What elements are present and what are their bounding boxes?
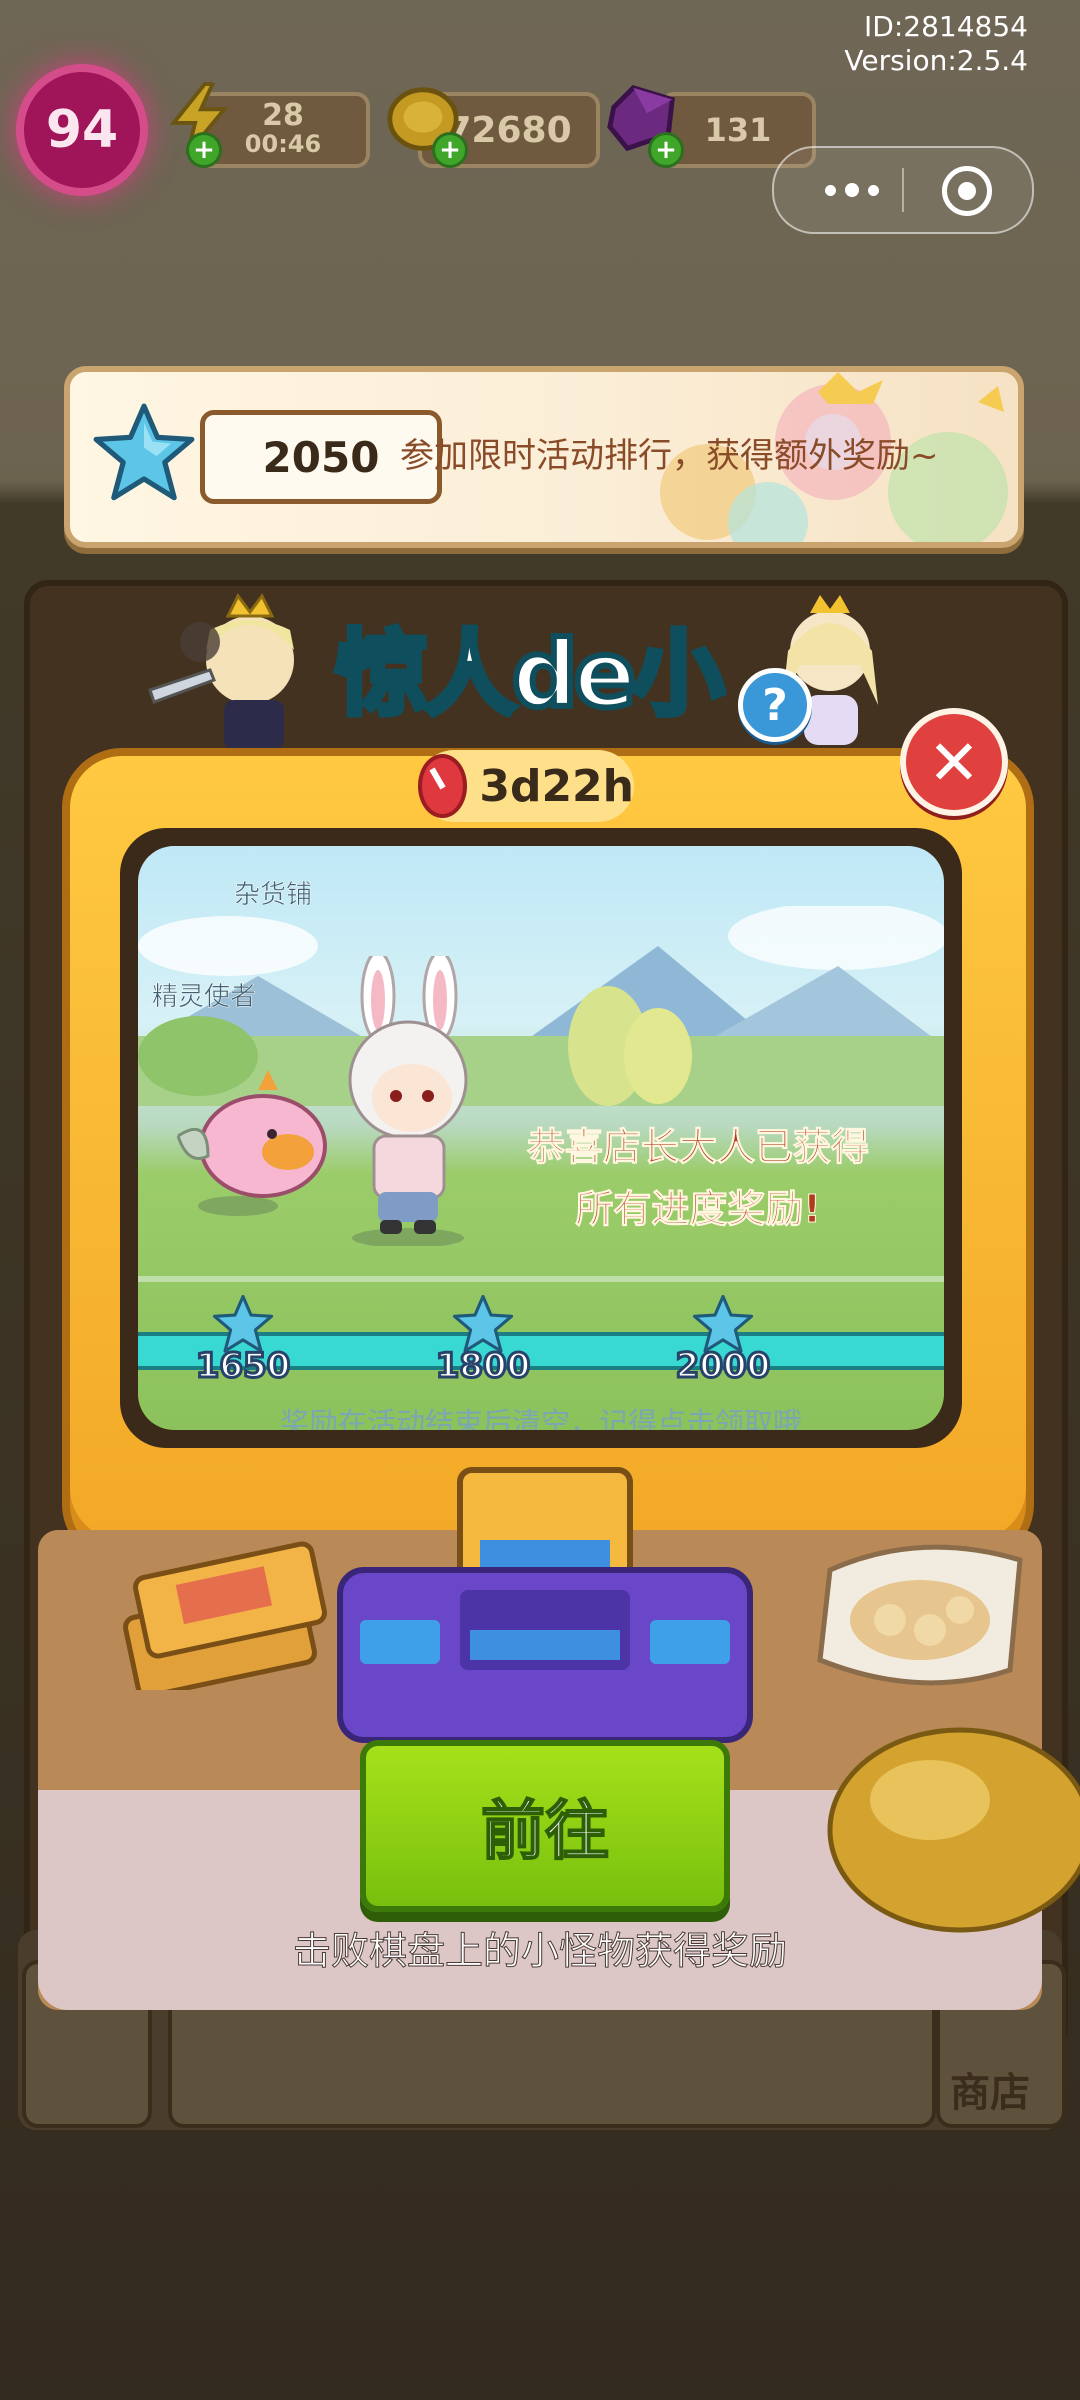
miniprogram-capsule — [772, 146, 1034, 234]
star-icon — [93, 403, 195, 501]
game-cartridges — [123, 1541, 327, 1690]
congrats-line-1: 恭喜店长大人已获得 — [526, 1125, 869, 1170]
energy-timer: 00:46 — [244, 130, 322, 158]
spirit-npc-label: 精灵使者 — [152, 982, 257, 1013]
congrats-message: 恭喜店长大人已获得 所有进度奖励! — [498, 1116, 898, 1240]
milestone-value: 2000 — [674, 1345, 772, 1388]
milestone-value: 1800 — [434, 1345, 532, 1388]
congrats-line-2: 所有进度奖励! — [575, 1187, 821, 1232]
energy-value: 28 — [262, 98, 304, 133]
device-info: ID:2814854 Version:2.5.4 — [844, 10, 1028, 78]
event-hint: 击败棋盘上的小怪物获得奖励 — [292, 1929, 787, 1974]
golden-egg-decor — [827, 1727, 1080, 1933]
device-id: ID:2814854 — [864, 10, 1028, 43]
game-console — [337, 1467, 753, 1743]
level-badge[interactable]: 94 — [16, 64, 148, 196]
version-label: Version:2.5.4 — [844, 44, 1028, 77]
screen-scene: 杂货铺 精灵使者 恭喜店长大人已获得 所有进度奖励! 1650 1800 200… — [138, 846, 944, 1430]
tv-screen: 杂货铺 精灵使者 恭喜店长大人已获得 所有进度奖励! 1650 1800 200… — [120, 828, 962, 1448]
milestone-3[interactable]: 2000 — [668, 1294, 778, 1388]
milestone-2[interactable]: 1800 — [428, 1294, 538, 1388]
exit-target-icon[interactable] — [942, 166, 992, 216]
banner-message: 参加限时活动排行，获得额外奖励~ — [400, 436, 939, 476]
gem-add-icon[interactable]: + — [648, 132, 684, 168]
close-button[interactable]: ✕ — [900, 708, 1008, 816]
reward-note: 奖励在活动结束后清空，记得点击领取哦 — [279, 1406, 802, 1430]
prince-character — [148, 593, 294, 750]
shop-bunny-character — [348, 956, 468, 1246]
capsule-divider — [902, 168, 904, 212]
coin-add-icon[interactable]: + — [432, 132, 468, 168]
shop-npc-label: 杂货铺 — [234, 880, 313, 911]
more-dots-icon[interactable] — [808, 148, 896, 232]
ground-line — [138, 1276, 944, 1282]
energy-add-icon[interactable]: + — [186, 132, 222, 168]
help-icon[interactable]: ? — [738, 668, 812, 742]
clock-icon — [418, 754, 468, 818]
go-button[interactable]: 前往 — [360, 1740, 730, 1912]
milestone-value: 1650 — [194, 1345, 292, 1388]
countdown-text: 3d22h — [479, 760, 634, 812]
milestone-1[interactable]: 1650 — [188, 1294, 298, 1388]
event-rank-banner[interactable]: 2050 参加限时活动排行，获得额外奖励~ — [64, 366, 1024, 548]
countdown-timer: 3d22h — [418, 750, 634, 822]
snack-bag — [817, 1544, 1023, 1686]
